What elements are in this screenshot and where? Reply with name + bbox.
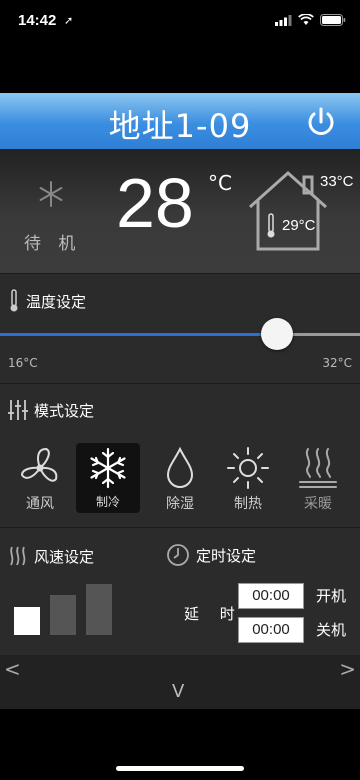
fan-speed-medium[interactable] (50, 595, 76, 635)
mode-ventilation[interactable]: 通风 (8, 443, 72, 513)
mode-status-text: 待 机 (24, 234, 82, 254)
droplet-icon (166, 446, 194, 488)
fan-speed-section-title: 风速设定 (8, 545, 94, 567)
temperature-section-title: 温度设定 (8, 289, 86, 313)
snowflake-icon (90, 447, 126, 489)
off-label: 关机 (316, 621, 347, 639)
wifi-icon (298, 14, 314, 25)
status-time: 14:42 (18, 12, 57, 29)
power-button[interactable] (304, 105, 338, 139)
ac-control-panel: 地址1-09 待 机 28 °C 33°C 29°C 温度设定 16°C 32°… (0, 93, 360, 709)
prev-button[interactable]: < (4, 657, 21, 681)
fan-icon (20, 447, 58, 482)
outdoor-temperature: 33°C (320, 173, 354, 190)
location-arrow-icon: ➚ (64, 14, 74, 27)
snowflake-icon (39, 181, 63, 207)
divider (0, 527, 360, 528)
sun-icon (227, 447, 269, 489)
expand-button[interactable]: V (172, 681, 184, 702)
timer-section-label: 定时设定 (196, 546, 257, 565)
sliders-icon (8, 400, 28, 420)
signal-icon (275, 14, 292, 26)
wind-icon (10, 546, 26, 566)
off-time-field[interactable]: 00:00 (238, 617, 304, 643)
divider (0, 383, 360, 384)
temperature-unit: °C (208, 171, 232, 195)
mode-floor-heating[interactable]: 采暖 (286, 443, 350, 513)
fan-speed-section-label: 风速设定 (34, 547, 95, 566)
mode-label: 除湿 (166, 496, 194, 512)
mode-label: 采暖 (304, 496, 332, 512)
mode-label: 制冷 (95, 495, 120, 509)
set-temperature: 28 (116, 164, 194, 242)
temperature-slider-thumb[interactable] (261, 318, 293, 350)
mode-section-title: 模式设定 (8, 399, 94, 421)
status-bar: 14:42 ➚ (0, 0, 360, 44)
delay-label: 延 时 (184, 605, 243, 623)
bottom-nav: < > V (0, 655, 360, 709)
timer-section-title: 定时设定 (166, 543, 256, 567)
home-indicator[interactable] (116, 766, 244, 771)
current-status-panel: 待 机 28 °C 33°C 29°C (0, 149, 360, 273)
mode-label: 制热 (234, 496, 262, 512)
temperature-slider-fill[interactable] (0, 333, 277, 336)
mode-cooling[interactable]: 制冷 (76, 443, 140, 513)
fan-speed-low[interactable] (14, 607, 40, 635)
house-icon (248, 170, 328, 251)
mode-section-label: 模式设定 (34, 401, 95, 420)
temperature-section-label: 温度设定 (26, 292, 87, 311)
indoor-temperature: 29°C (282, 217, 316, 234)
temperature-min-label: 16°C (8, 356, 38, 370)
temperature-max-label: 32°C (322, 356, 352, 370)
next-button[interactable]: > (339, 657, 356, 681)
battery-icon (320, 14, 346, 26)
on-label: 开机 (316, 587, 347, 605)
divider (0, 273, 360, 274)
mode-dehumidify[interactable]: 除湿 (148, 443, 212, 513)
header-bar: 地址1-09 (0, 93, 360, 149)
thermometer-icon (10, 289, 18, 312)
heating-icon (299, 448, 337, 488)
clock-icon (167, 544, 189, 566)
fan-speed-high[interactable] (86, 584, 112, 635)
mode-heating[interactable]: 制热 (216, 443, 280, 513)
on-time-field[interactable]: 00:00 (238, 583, 304, 609)
mode-label: 通风 (26, 496, 54, 512)
thermometer-icon (267, 213, 275, 238)
